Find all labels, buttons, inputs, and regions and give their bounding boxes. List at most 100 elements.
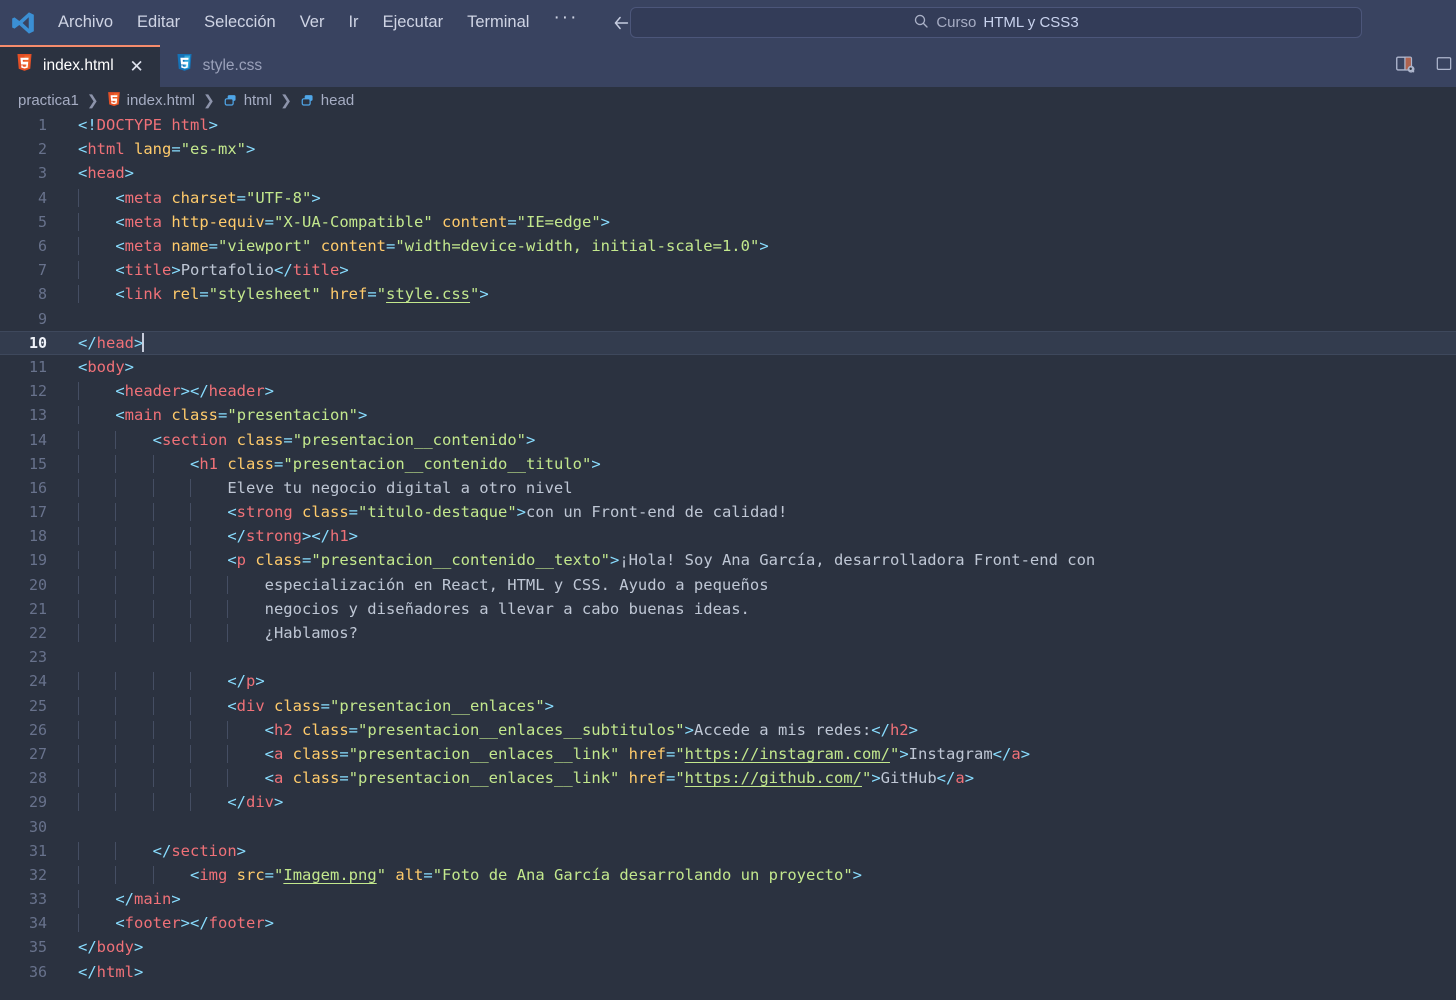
menu-ejecutar[interactable]: Ejecutar — [371, 9, 456, 36]
indent-guide — [189, 793, 191, 812]
breadcrumb-item-index-html[interactable]: index.html — [107, 92, 195, 109]
more-actions-icon[interactable] — [1434, 53, 1454, 80]
code-line[interactable]: 25 <div class="presentacion__enlaces"> — [0, 694, 1456, 718]
menu-overflow-button[interactable]: ··· — [541, 8, 590, 32]
tab-index-html[interactable]: index.html ✕ — [0, 45, 160, 87]
code-line[interactable]: 2 <html lang="es-mx"> — [0, 137, 1456, 161]
code-line[interactable]: 19 <p class="presentacion__contenido__te… — [0, 548, 1456, 572]
code-text: <h2 class="presentacion__enlaces__subtit… — [56, 720, 1456, 739]
indent-guide — [152, 575, 154, 594]
indent-guide — [189, 720, 191, 739]
indent-guide — [115, 865, 117, 884]
code-line[interactable]: 10 </head> — [0, 330, 1456, 356]
code-line[interactable]: 14 <section class="presentacion__conteni… — [0, 427, 1456, 451]
indent-guide — [78, 261, 79, 280]
code-text: <meta http-equiv="X-UA-Compatible" conte… — [56, 212, 1456, 231]
menu-archivo[interactable]: Archivo — [46, 9, 125, 36]
indent-guide — [115, 430, 117, 449]
code-line[interactable]: 6 <meta name="viewport" content="width=d… — [0, 234, 1456, 258]
code-text: <meta name="viewport" content="width=dev… — [56, 237, 1456, 256]
indent-guide — [189, 527, 191, 546]
breadcrumb-item-practica1[interactable]: practica1 — [18, 92, 79, 109]
indent-guide — [152, 599, 154, 618]
code-text: <a class="presentacion__enlaces__link" h… — [56, 769, 1456, 788]
code-line[interactable]: 33 </main> — [0, 887, 1456, 911]
line-number: 7 — [37, 261, 47, 280]
indent-guide — [189, 503, 191, 522]
code-line[interactable]: 18 </strong></h1> — [0, 524, 1456, 548]
menu-seleccion[interactable]: Selección — [192, 9, 288, 36]
line-number: 32 — [28, 865, 47, 884]
vscode-logo-icon[interactable] — [0, 10, 46, 36]
editor-layout-icon[interactable] — [1394, 53, 1416, 80]
code-text: </head> — [78, 333, 145, 353]
indent-guide — [78, 478, 79, 497]
menu-terminal[interactable]: Terminal — [455, 9, 541, 36]
line-number: 21 — [28, 599, 47, 618]
code-text: <footer></footer> — [56, 914, 1456, 933]
code-line[interactable]: 32 <img src="Imagem.png" alt="Foto de An… — [0, 863, 1456, 887]
indent-guide — [78, 914, 79, 933]
code-text: especialización en React, HTML y CSS. Ay… — [56, 575, 1456, 594]
menu-ir[interactable]: Ir — [336, 9, 370, 36]
command-center[interactable]: Curso HTML y CSS3 — [630, 7, 1362, 38]
breadcrumb-item-head[interactable]: head — [300, 92, 354, 109]
indent-guide — [189, 478, 191, 497]
code-line[interactable]: 22 ¿Hablamos? — [0, 621, 1456, 645]
code-line[interactable]: 9 — [0, 307, 1456, 331]
indent-guide — [189, 672, 191, 691]
code-line[interactable]: 4 <meta charset="UTF-8"> — [0, 186, 1456, 210]
code-line[interactable]: 31 </section> — [0, 839, 1456, 863]
code-line[interactable]: 12 <header></header> — [0, 379, 1456, 403]
code-line[interactable]: 28 <a class="presentacion__enlaces__link… — [0, 766, 1456, 790]
code-line[interactable]: 36 </html> — [0, 960, 1456, 984]
code-line[interactable]: 24 </p> — [0, 669, 1456, 693]
code-line[interactable]: 13 <main class="presentacion"> — [0, 403, 1456, 427]
code-line[interactable]: 34 <footer></footer> — [0, 911, 1456, 935]
menu-editar[interactable]: Editar — [125, 9, 192, 36]
line-number: 30 — [28, 817, 47, 836]
code-line[interactable]: 3 <head> — [0, 161, 1456, 185]
command-center-value: HTML y CSS3 — [983, 14, 1079, 31]
line-number: 35 — [28, 938, 47, 957]
code-line[interactable]: 11 <body> — [0, 355, 1456, 379]
code-line[interactable]: 23 — [0, 645, 1456, 669]
menu-ver[interactable]: Ver — [288, 9, 337, 36]
code-line[interactable]: 26 <h2 class="presentacion__enlaces__sub… — [0, 718, 1456, 742]
indent-guide — [115, 793, 117, 812]
code-line[interactable]: 29 </div> — [0, 790, 1456, 814]
line-number: 27 — [28, 744, 47, 763]
code-line[interactable]: 21 negocios y diseñadores a llevar a cab… — [0, 597, 1456, 621]
code-text: </html> — [78, 962, 144, 981]
code-line[interactable]: 8 <link rel="stylesheet" href="style.css… — [0, 282, 1456, 306]
code-line[interactable]: 7 <title>Portafolio</title> — [0, 258, 1456, 282]
code-line[interactable]: 20 especialización en React, HTML y CSS.… — [0, 573, 1456, 597]
symbol-field-icon — [223, 93, 238, 108]
code-line[interactable]: 27 <a class="presentacion__enlaces__link… — [0, 742, 1456, 766]
code-line[interactable]: 5 <meta http-equiv="X-UA-Compatible" con… — [0, 210, 1456, 234]
tab-style-css[interactable]: style.css — [160, 45, 276, 87]
indent-guide — [227, 624, 229, 643]
code-text: <div class="presentacion__enlaces"> — [56, 696, 1456, 715]
code-editor[interactable]: 1 <!DOCTYPE html> 2 <html lang="es-mx"> 3 <he… — [0, 113, 1456, 1000]
code-line[interactable]: 30 — [0, 814, 1456, 838]
close-icon[interactable]: ✕ — [128, 58, 146, 75]
html5-file-icon — [16, 54, 33, 78]
code-line[interactable]: 35 </body> — [0, 935, 1456, 959]
code-text: <head> — [78, 164, 135, 183]
title-bar: Archivo Editar Selección Ver Ir Ejecutar… — [0, 0, 1456, 45]
indent-guide — [78, 769, 79, 788]
code-text: negocios y diseñadores a llevar a cabo b… — [56, 599, 1456, 618]
breadcrumb-separator: ❯ — [202, 91, 215, 108]
indent-guide — [152, 503, 154, 522]
indent-guide — [227, 575, 229, 594]
breadcrumb-item-html[interactable]: html — [223, 92, 272, 109]
code-line[interactable]: 17 <strong class="titulo-destaque">con u… — [0, 500, 1456, 524]
indent-guide — [115, 503, 117, 522]
code-line[interactable]: 16 Eleve tu negocio digital a otro nivel — [0, 476, 1456, 500]
line-number: 5 — [37, 212, 47, 231]
code-text: </main> — [56, 890, 1456, 909]
code-line[interactable]: 15 <h1 class="presentacion__contenido__t… — [0, 452, 1456, 476]
code-line[interactable]: 1 <!DOCTYPE html> — [0, 113, 1456, 137]
indent-guide — [115, 696, 117, 715]
